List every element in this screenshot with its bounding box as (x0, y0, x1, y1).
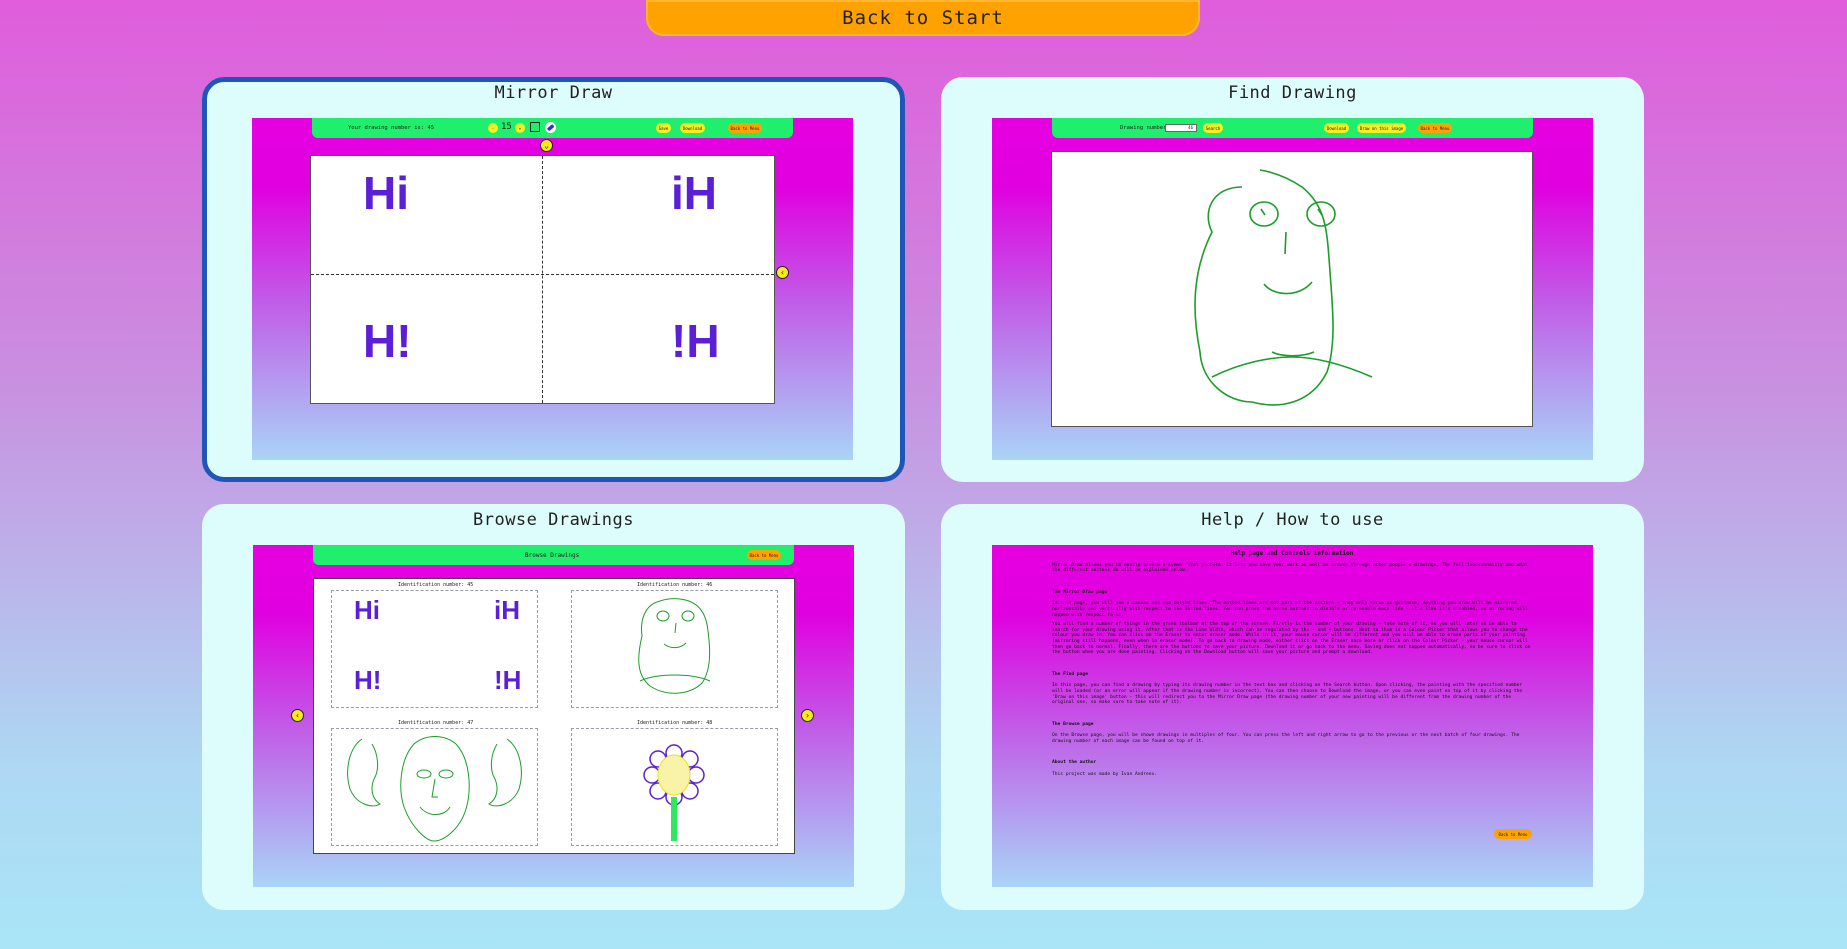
drawing-text-bottom-left: H! (363, 315, 412, 367)
browse-thumbnail[interactable] (571, 590, 778, 708)
find-drawing-preview: Drawing number: 46 Search Download Draw … (992, 118, 1593, 460)
help-heading: Help page and Controls information (1230, 550, 1354, 557)
browse-toolbar-title: Browse Drawings (525, 552, 580, 559)
browse-section-heading: The Browse page (1052, 721, 1094, 727)
back-to-menu-button[interactable]: Back to Menu (747, 550, 781, 560)
find-section-text: In this page, you can find a drawing by … (1052, 683, 1523, 706)
find-section-heading: The Find page (1052, 671, 1088, 677)
mirror-section-text-2: You will find a number of things in the … (1052, 622, 1531, 656)
browse-thumbnail[interactable] (331, 728, 538, 846)
colour-picker[interactable] (530, 122, 540, 132)
thumb-text: Hi (354, 595, 380, 625)
browse-drawings-preview: Browse Drawings Back to Menu ‹ › Identif… (253, 545, 854, 887)
flower-thumbnail-image (643, 744, 705, 841)
browse-thumbnail[interactable]: Hi iH H! !H (331, 590, 538, 708)
save-button[interactable]: Save (656, 123, 671, 133)
browse-toolbar: Browse Drawings Back to Menu (313, 545, 794, 565)
next-arrow-icon[interactable]: › (801, 709, 814, 722)
mirror-toolbar: Your drawing number is: 45 - 15 + Save D… (312, 118, 793, 138)
mirror-draw-card[interactable]: Mirror Draw Your drawing number is: 45 -… (202, 77, 905, 482)
faces-thumbnail-image (347, 736, 522, 842)
browse-drawings-title: Browse Drawings (472, 510, 635, 530)
face-drawing-image (1194, 169, 1373, 406)
browse-section-text: On the Browse page, you will be shown dr… (1052, 733, 1520, 744)
line-width-minus-button[interactable]: - (488, 123, 498, 133)
drawing-text-top-right: iH (671, 167, 717, 219)
drawing-number-label: Drawing number: (1120, 125, 1170, 131)
find-toolbar: Drawing number: 46 Search Download Draw … (1052, 118, 1533, 138)
back-to-menu-button[interactable]: Back to Menu (728, 123, 762, 133)
identification-label: Identification number: 45 (398, 582, 474, 588)
mirror-draw-preview: Your drawing number is: 45 - 15 + Save D… (252, 118, 853, 460)
face-thumbnail-image (638, 598, 711, 694)
line-width-value: 15 (501, 122, 512, 132)
browse-grid: Identification number: 45 Hi iH H! !H Id… (313, 578, 795, 854)
drawing-number-input[interactable]: 46 (1165, 124, 1197, 132)
draw-on-image-button[interactable]: Draw on this image (1357, 123, 1406, 133)
eraser-icon[interactable] (545, 122, 556, 133)
thumb-text: iH (494, 595, 520, 625)
help-title: Help / How to use (1201, 510, 1384, 530)
drawing-text-bottom-right: !H (671, 315, 720, 367)
toggle-horizontal-line-icon[interactable]: ‹ (776, 266, 789, 279)
mirror-canvas[interactable]: Hi iH H! !H (310, 155, 775, 404)
previous-arrow-icon[interactable]: ‹ (291, 709, 304, 722)
back-to-start-button[interactable]: Back to Start (646, 0, 1200, 36)
horizontal-guide-line (311, 274, 774, 275)
drawing-number-text: Your drawing number is: 45 (348, 125, 435, 131)
help-intro: Mirror Draw allows you to easily create … (1052, 562, 1528, 574)
help-preview: Help page and Controls information Mirro… (992, 545, 1593, 887)
vertical-guide-line (542, 156, 543, 403)
mirror-section-text: In this page, you will see a canvas and … (1052, 601, 1528, 618)
toggle-vertical-line-icon[interactable]: ⌄ (540, 139, 553, 152)
browse-thumbnail[interactable] (571, 728, 778, 846)
author-section-heading: About the author (1052, 760, 1097, 766)
identification-label: Identification number: 48 (637, 720, 713, 726)
thumb-text: !H (494, 665, 522, 695)
line-width-plus-button[interactable]: + (515, 123, 525, 133)
download-button[interactable]: Download (680, 123, 705, 133)
identification-label: Identification number: 46 (637, 582, 713, 588)
search-button[interactable]: Search (1203, 123, 1223, 133)
browse-drawings-card[interactable]: Browse Drawings Browse Drawings Back to … (202, 504, 905, 910)
mirror-draw-title: Mirror Draw (494, 83, 613, 103)
drawing-text-top-left: Hi (363, 167, 409, 219)
thumb-text: H! (354, 665, 382, 695)
author-section-text: This project was made by Ivan Andreev. (1052, 772, 1158, 778)
found-drawing-canvas (1051, 151, 1533, 427)
mirror-section-heading: The Mirror Draw page (1052, 589, 1108, 595)
find-drawing-title: Find Drawing (1228, 83, 1357, 103)
find-drawing-card[interactable]: Find Drawing Drawing number: 46 Search D… (941, 77, 1644, 482)
back-to-menu-button[interactable]: Back to Menu (1418, 123, 1452, 133)
back-to-menu-button[interactable]: Back to Menu (1494, 829, 1532, 839)
help-card[interactable]: Help / How to use Help page and Controls… (941, 504, 1644, 910)
download-button[interactable]: Download (1324, 123, 1349, 133)
identification-label: Identification number: 47 (398, 720, 474, 726)
